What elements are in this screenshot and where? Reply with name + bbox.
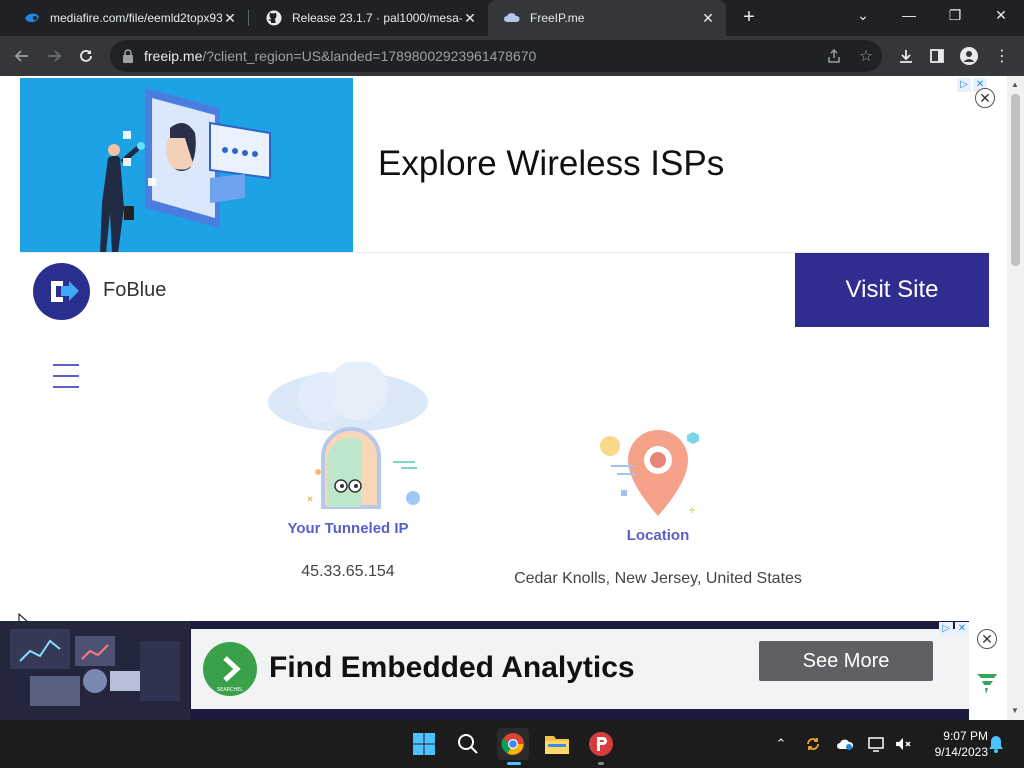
new-tab-button[interactable]: + xyxy=(738,6,760,28)
tunneled-ip-label: Your Tunneled IP xyxy=(287,520,409,537)
url-query: /?client_region=US&landed=17898002923961… xyxy=(202,48,537,64)
close-tab-icon[interactable]: ✕ xyxy=(700,10,716,27)
location-value: Cedar Knolls, New Jersey, United States xyxy=(514,570,802,587)
windows-start-icon[interactable] xyxy=(408,728,440,760)
close-tab-icon[interactable]: ✕ xyxy=(462,10,478,27)
reload-button[interactable] xyxy=(72,42,100,70)
close-ad-icon[interactable]: ✕ xyxy=(977,629,997,649)
location-pin-icon xyxy=(498,426,818,520)
menu-kebab-icon[interactable]: ⋮ xyxy=(988,42,1016,70)
top-advertisement[interactable]: Explore Wireless ISPs FoBlue Visit Site xyxy=(20,78,989,328)
clock-date: 9/14/2023 xyxy=(934,745,988,759)
sync-tray-icon[interactable] xyxy=(803,734,823,754)
ad-headline[interactable]: Explore Wireless ISPs xyxy=(378,144,724,184)
ad-dashboard-image[interactable] xyxy=(0,621,190,720)
file-explorer-icon[interactable] xyxy=(541,728,573,760)
network-tray-icon[interactable] xyxy=(867,734,887,754)
tab-separator xyxy=(248,10,249,26)
system-clock[interactable]: 9:07 PM 9/14/2023 xyxy=(918,728,988,760)
notification-bell-icon[interactable] xyxy=(986,734,1006,754)
adchoices-icon[interactable]: ▷ ✕ xyxy=(939,622,969,636)
ad-network-logo-icon[interactable] xyxy=(975,671,999,700)
ad-illustration-image[interactable] xyxy=(20,78,353,252)
restore-button[interactable]: ❐ xyxy=(932,0,978,30)
github-icon xyxy=(266,10,282,26)
tunnel-illustration-icon xyxy=(248,360,448,518)
ad-brand-bar[interactable]: FoBlue Visit Site xyxy=(20,252,989,328)
windows-taskbar: ⌃ 9:07 PM 9/14/2023 xyxy=(0,720,1024,768)
downloads-button[interactable] xyxy=(892,42,920,70)
tab-mediafire[interactable]: mediafire.com/file/eemld2topx93 ✕ xyxy=(8,0,248,36)
tunneled-ip-value: 45.33.65.154 xyxy=(301,563,395,580)
ad-brand-name[interactable]: FoBlue xyxy=(103,279,166,302)
close-ad-icon[interactable]: ✕ xyxy=(975,88,995,108)
bottom-advertisement[interactable]: SEARCHEL Find Embedded Analytics See Mor… xyxy=(0,621,1007,720)
tab-title: FreeIP.me xyxy=(530,11,585,25)
browser-toolbar: freeip.me/?client_region=US&landed=17898… xyxy=(0,36,1024,76)
tray-overflow-chevron-icon[interactable]: ⌃ xyxy=(771,734,791,754)
taskbar-search-icon[interactable] xyxy=(452,728,484,760)
volume-muted-icon[interactable] xyxy=(893,734,913,754)
searchel-logo-icon[interactable]: SEARCHEL xyxy=(203,642,257,696)
url-host: freeip.me xyxy=(144,48,203,64)
hamburger-menu-icon[interactable] xyxy=(53,364,79,392)
clock-time: 9:07 PM xyxy=(943,729,988,743)
lock-icon[interactable] xyxy=(122,49,134,63)
tab-github[interactable]: Release 23.1.7 · pal1000/mesa-di ✕ xyxy=(250,0,488,36)
mediafire-icon xyxy=(24,10,40,26)
freeip-favicon-icon xyxy=(504,10,520,26)
minimize-button[interactable]: — xyxy=(886,0,932,30)
address-bar[interactable]: freeip.me/?client_region=US&landed=17898… xyxy=(110,40,882,72)
url-text: freeip.me/?client_region=US&landed=17898… xyxy=(144,48,536,64)
location-label: Location xyxy=(626,527,690,544)
ad-panel[interactable]: SEARCHEL Find Embedded Analytics See Mor… xyxy=(191,629,969,709)
foblue-logo-icon[interactable] xyxy=(33,263,90,320)
tab-freeip[interactable]: FreeIP.me ✕ xyxy=(488,0,726,36)
scroll-up-arrow-icon[interactable]: ▲ xyxy=(1011,80,1019,89)
page-viewport: Explore Wireless ISPs FoBlue Visit Site … xyxy=(0,76,1007,720)
scroll-down-arrow-icon[interactable]: ▼ xyxy=(1011,706,1019,715)
scrollbar-thumb[interactable] xyxy=(1011,94,1020,266)
browser-tab-strip: mediafire.com/file/eemld2topx93 ✕ Releas… xyxy=(0,0,1024,36)
close-window-button[interactable]: ✕ xyxy=(978,0,1024,30)
forward-button[interactable] xyxy=(40,42,68,70)
ad-side-strip: ✕ xyxy=(969,621,1007,720)
logo-text: SEARCHEL xyxy=(217,687,243,693)
running-app-indicator xyxy=(598,762,604,765)
see-more-button[interactable]: See More xyxy=(759,641,933,681)
tunneled-ip-card: Your Tunneled IP 45.33.65.154 xyxy=(248,360,448,581)
visit-site-button[interactable]: Visit Site xyxy=(795,253,989,327)
tab-title: mediafire.com/file/eemld2topx93 xyxy=(50,11,222,25)
share-icon[interactable] xyxy=(824,46,844,66)
active-app-indicator xyxy=(507,762,521,765)
profile-button[interactable] xyxy=(955,42,983,70)
back-button[interactable] xyxy=(8,42,36,70)
psiphon-icon[interactable] xyxy=(585,728,617,765)
location-card: Location Cedar Knolls, New Jersey, Unite… xyxy=(498,426,818,588)
side-panel-button[interactable] xyxy=(923,42,951,70)
tab-title: Release 23.1.7 · pal1000/mesa-di xyxy=(292,11,462,25)
page-scrollbar[interactable]: ▲ ▼ xyxy=(1007,76,1024,720)
close-tab-icon[interactable]: ✕ xyxy=(222,10,238,27)
cloud-tray-icon[interactable] xyxy=(835,734,855,754)
bookmark-star-icon[interactable]: ☆ xyxy=(856,46,876,66)
chrome-taskbar-icon[interactable] xyxy=(497,728,529,765)
ad-headline[interactable]: Find Embedded Analytics xyxy=(269,651,635,685)
tab-search-chevron-icon[interactable]: ⌄ xyxy=(840,0,886,30)
